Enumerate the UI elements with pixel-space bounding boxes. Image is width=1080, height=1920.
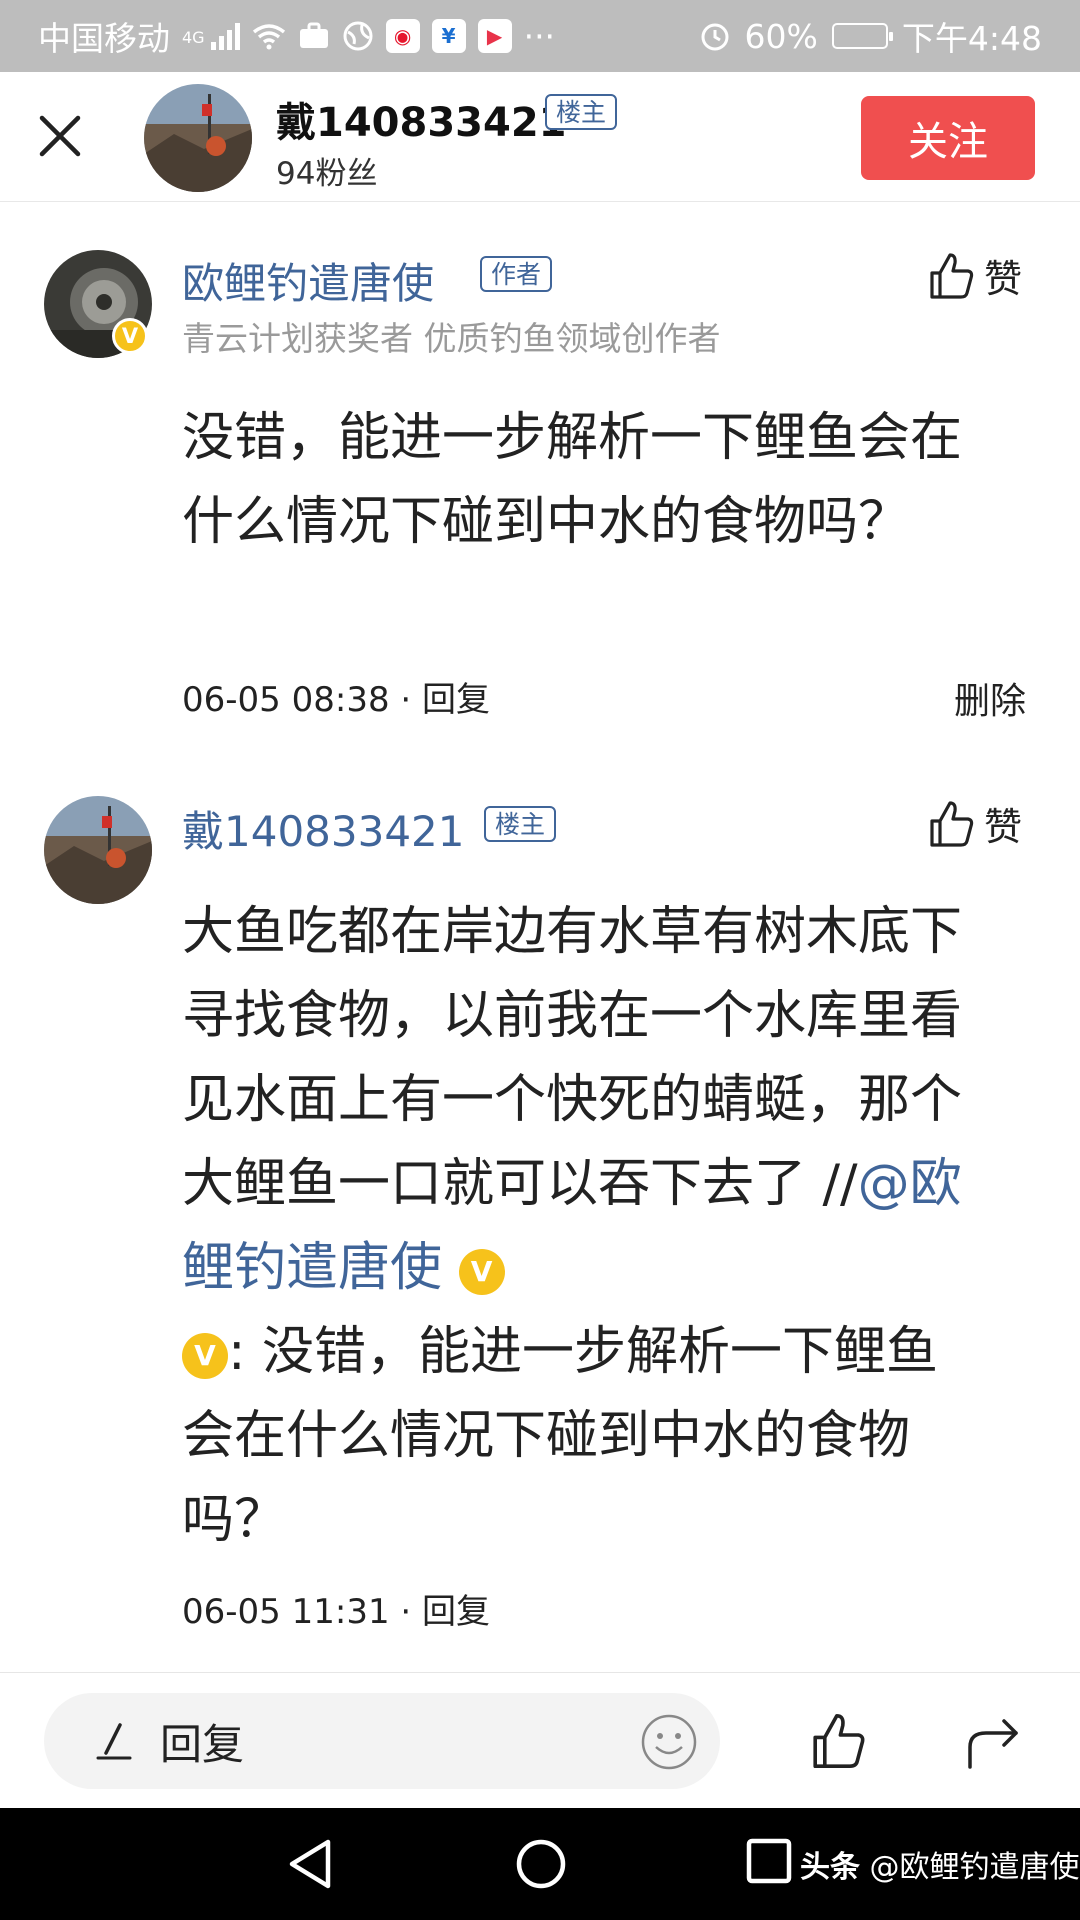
commenter-name[interactable]: 戴140833421	[182, 798, 465, 859]
pencil-icon	[96, 1723, 132, 1760]
commenter-title: 青云计划获奖者 优质钓鱼领域创作者	[182, 319, 721, 358]
home-icon[interactable]	[515, 1838, 567, 1890]
screen: 中国移动 4G ◉ ¥ ▶ ··· 60% 下午4:48 戴140833421 …	[0, 0, 1080, 1920]
reply-placeholder: 回复	[160, 1719, 245, 1769]
like-label: 赞	[984, 805, 1023, 849]
close-icon[interactable]	[34, 110, 86, 162]
comment-text: 大鱼吃都在岸边有水草有树木底下寻找食物，以前我在一个水库里看见水面上有一个快死的…	[182, 890, 1002, 1562]
watermark-brand: 头条	[800, 1850, 860, 1885]
like-button[interactable]: 赞	[926, 796, 1022, 851]
wifi-icon	[252, 24, 285, 50]
reply-input[interactable]: 回复	[44, 1693, 720, 1789]
comment-item: V 欧鲤钓遣唐使 作者 青云计划获奖者 优质钓鱼领域创作者 赞 没错，能进一步解…	[0, 202, 1080, 762]
header-username[interactable]: 戴140833421	[276, 90, 567, 148]
thumbs-up-icon	[930, 800, 974, 847]
carrier-label: 中国移动	[38, 19, 170, 58]
op-badge: 楼主	[545, 94, 618, 130]
commenter-name[interactable]: 欧鲤钓遣唐使	[182, 250, 434, 311]
comment-item: 戴140833421 楼主 赞 大鱼吃都在岸边有水草有树木底下寻找食物，以前我在…	[0, 762, 1080, 1662]
bottom-action-bar: 回复	[0, 1672, 1080, 1808]
follow-button[interactable]: 关注	[861, 96, 1035, 180]
like-button[interactable]: 赞	[926, 248, 1022, 303]
thumbs-up-icon	[930, 252, 974, 299]
emoji-icon[interactable]	[640, 1713, 698, 1771]
comment-meta[interactable]: 06-05 08:38 · 回复	[182, 672, 490, 721]
verified-icon: V	[112, 318, 148, 354]
alarm-icon	[701, 23, 729, 51]
more-notifications-icon: ···	[523, 16, 556, 56]
system-navigation-bar: 头条 @欧鲤钓遣唐使	[0, 1808, 1080, 1920]
share-icon[interactable]	[962, 1711, 1022, 1771]
op-badge: 楼主	[484, 806, 557, 842]
follower-count: 94粉丝	[276, 156, 378, 192]
globe-icon	[343, 21, 373, 51]
verified-icon: V	[182, 1333, 228, 1379]
back-icon[interactable]	[286, 1838, 336, 1890]
thread-header: 戴140833421 楼主 94粉丝 关注	[0, 72, 1080, 202]
watermark: 头条 @欧鲤钓遣唐使	[800, 1842, 1080, 1886]
recent-apps-icon[interactable]	[746, 1838, 792, 1884]
briefcase-icon	[299, 22, 328, 48]
battery-icon	[831, 23, 893, 49]
signal-icon	[210, 22, 240, 50]
delete-button[interactable]: 删除	[954, 672, 1026, 724]
reply-text: 大鱼吃都在岸边有水草有树木底下寻找食物，以前我在一个水库里看见水面上有一个快死的…	[182, 902, 963, 1214]
watermark-handle: @欧鲤钓遣唐使	[869, 1850, 1080, 1885]
comment-meta[interactable]: 06-05 11:31 · 回复	[182, 1584, 490, 1633]
commenter-avatar[interactable]	[44, 796, 152, 904]
like-label: 赞	[984, 257, 1023, 301]
network-type: 4G	[182, 28, 205, 47]
thumbs-up-icon[interactable]	[808, 1711, 868, 1771]
quoted-text-rest: 会在什么情况下碰到中水的食物吗？	[182, 1406, 911, 1550]
comment-text: 没错，能进一步解析一下鲤鱼会在什么情况下碰到中水的食物吗？	[182, 408, 963, 552]
quote-line: V: 没错，能进一步解析一下鲤鱼	[182, 1310, 1037, 1394]
verified-icon: V	[458, 1249, 505, 1295]
status-bar: 中国移动 4G ◉ ¥ ▶ ··· 60% 下午4:48	[0, 0, 1080, 72]
header-avatar[interactable]	[144, 84, 252, 192]
quoted-text: : 没错，能进一步解析一下鲤鱼	[228, 1322, 939, 1382]
clock: 下午4:48	[901, 19, 1042, 58]
finance-app-icon: ¥	[431, 19, 466, 53]
video-app-icon: ▶	[477, 19, 512, 53]
battery-percent: 60%	[744, 16, 818, 56]
weibo-app-icon: ◉	[385, 19, 420, 53]
author-badge: 作者	[480, 256, 553, 292]
